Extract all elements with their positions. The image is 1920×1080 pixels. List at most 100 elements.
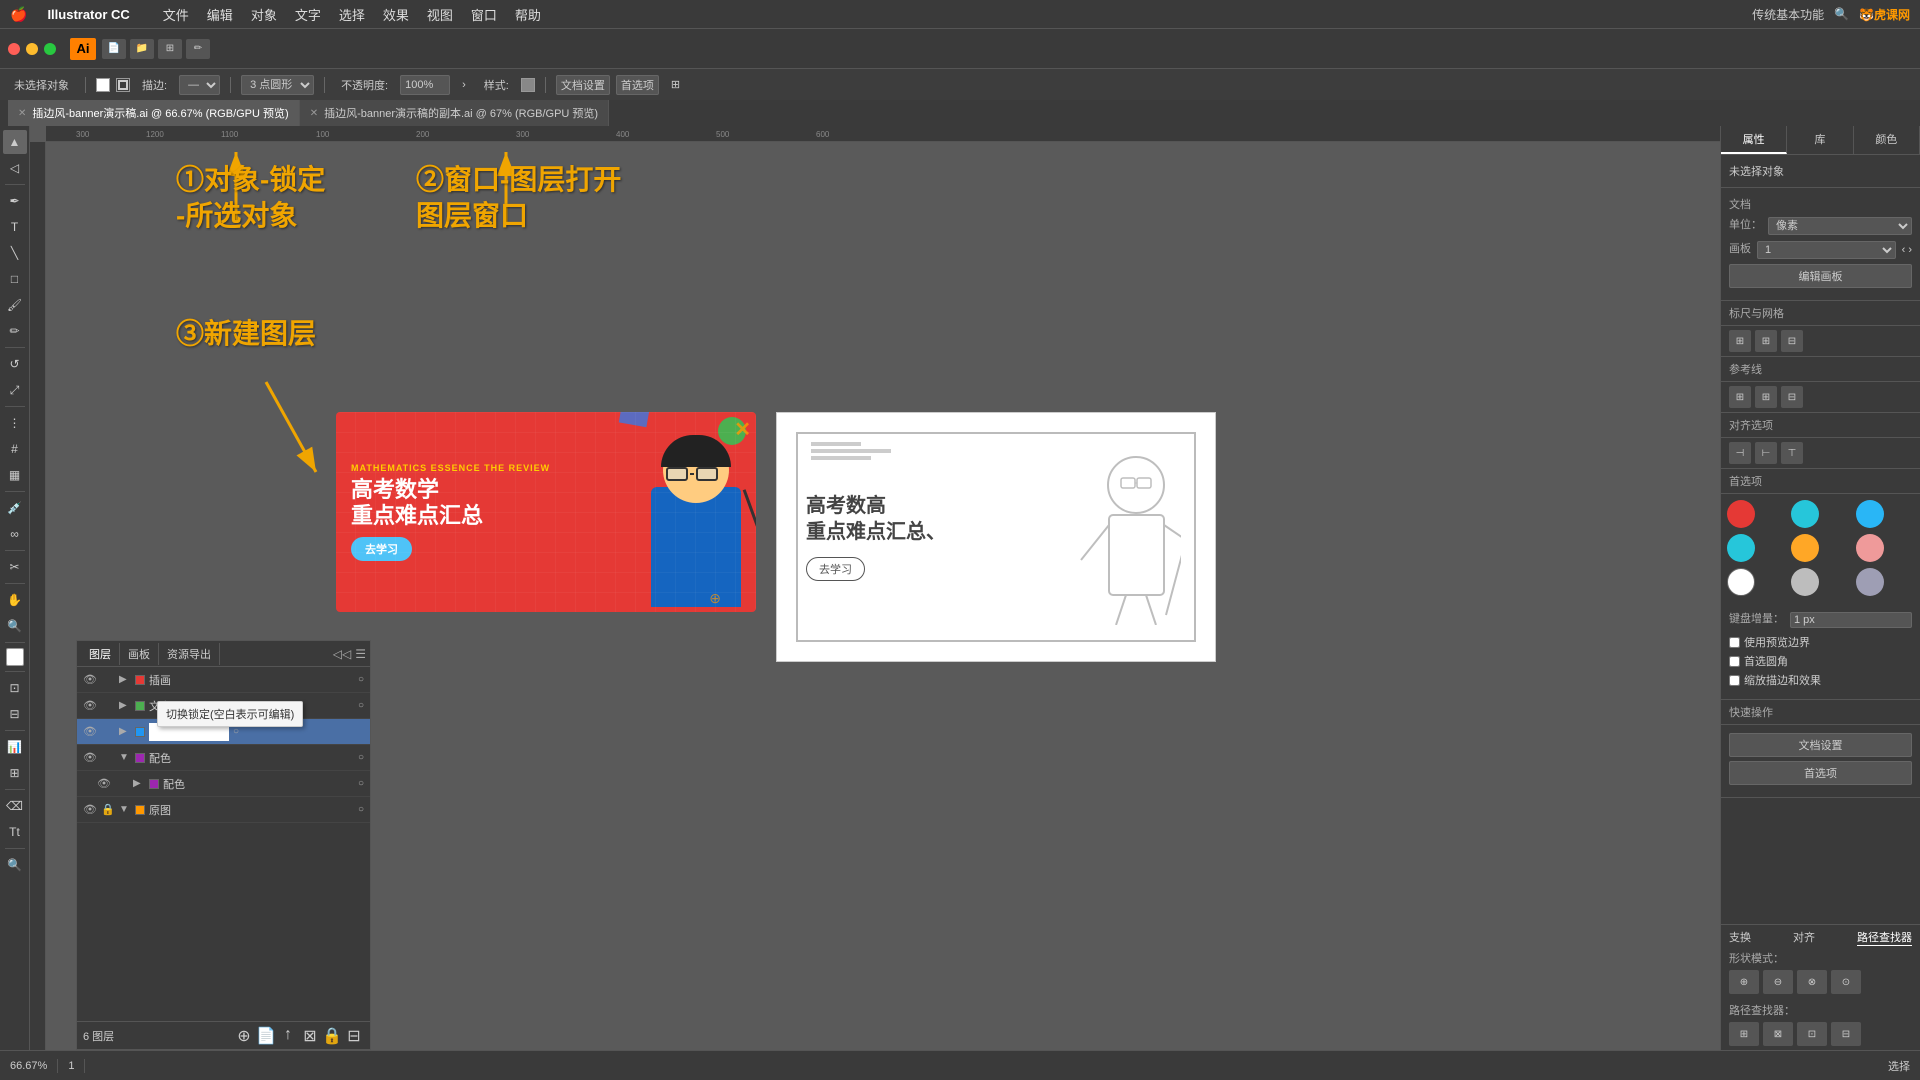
tab-1[interactable]: ✕ 插边风-banner演示稿的副本.ai @ 67% (RGB/GPU 预览): [300, 100, 609, 126]
panel-tab-properties[interactable]: 属性: [1721, 126, 1787, 154]
layout-icon[interactable]: ⊞: [158, 39, 182, 59]
opacity-input[interactable]: [400, 75, 450, 95]
more-icon[interactable]: ⊞: [665, 76, 686, 93]
layer-0-eye[interactable]: 👁: [83, 673, 97, 686]
stroke-swatch[interactable]: [116, 78, 130, 92]
trim-icon[interactable]: ⊠: [1763, 1022, 1793, 1046]
app-name-menu[interactable]: Illustrator CC: [39, 5, 137, 24]
layer-3-eye[interactable]: 👁: [83, 751, 97, 764]
artboard-nav[interactable]: ‹ ›: [1902, 244, 1912, 256]
menu-help[interactable]: 帮助: [507, 3, 549, 26]
zoom-tool[interactable]: 🔍: [3, 614, 27, 638]
round-corners-checkbox[interactable]: [1729, 656, 1740, 667]
layer-5-lock[interactable]: 🔒: [101, 803, 115, 816]
color-white[interactable]: [1727, 568, 1755, 596]
screen-mode[interactable]: ⊟: [3, 702, 27, 726]
browse-icon[interactable]: 📁: [130, 39, 154, 59]
layer-0-arrow[interactable]: ▶: [119, 674, 131, 685]
menu-select[interactable]: 选择: [331, 3, 373, 26]
layer-row-3[interactable]: 👁 ▼ 配色 ○: [77, 745, 370, 771]
bar-chart-tool[interactable]: 📊: [3, 735, 27, 759]
tab-1-close[interactable]: ✕: [310, 108, 318, 119]
edit-artboard-btn[interactable]: 编辑画板: [1729, 264, 1912, 288]
color-pink[interactable]: [1856, 534, 1884, 562]
quick-prefs-btn[interactable]: 首选项: [1729, 761, 1912, 785]
apple-menu[interactable]: 🍎: [10, 6, 27, 23]
unit-select[interactable]: 像素: [1768, 217, 1912, 235]
merge-icon[interactable]: ⊡: [1797, 1022, 1827, 1046]
menu-view[interactable]: 视图: [419, 3, 461, 26]
panel-tab-library[interactable]: 库: [1787, 126, 1853, 154]
transform-tab[interactable]: 支换: [1729, 929, 1751, 946]
menu-file[interactable]: 文件: [155, 3, 197, 26]
preview-bounds-checkbox[interactable]: [1729, 637, 1740, 648]
fill-tool[interactable]: [6, 648, 24, 666]
quick-doc-settings-btn[interactable]: 文档设置: [1729, 733, 1912, 757]
unite-icon[interactable]: ⊕: [1729, 970, 1759, 994]
menu-effect[interactable]: 效果: [375, 3, 417, 26]
layer-2-arrow[interactable]: ▶: [119, 726, 131, 737]
blend-tool[interactable]: ⋮: [3, 411, 27, 435]
align-tab[interactable]: 对齐: [1793, 929, 1815, 946]
layer-row-4[interactable]: 👁 ▶ 配色 ○: [77, 771, 370, 797]
layers-collapse-icon[interactable]: ◁◁: [333, 647, 351, 661]
intersect-icon[interactable]: ⊗: [1797, 970, 1827, 994]
layer-4-eye[interactable]: 👁: [97, 777, 111, 790]
align-left-icon[interactable]: ⊣: [1729, 442, 1751, 464]
layer-1-eye[interactable]: 👁: [83, 699, 97, 712]
hand-tool[interactable]: ✋: [3, 588, 27, 612]
exclude-icon[interactable]: ⊙: [1831, 970, 1861, 994]
stroke-weight-select[interactable]: —: [179, 75, 220, 95]
opacity-arrow[interactable]: ›: [456, 77, 472, 93]
search-tool[interactable]: 🔍: [3, 853, 27, 877]
layer-row-0[interactable]: 👁 ▶ 插画 ○: [77, 667, 370, 693]
layer-delete-btn[interactable]: ⊟: [344, 1026, 364, 1046]
scale-effects-checkbox[interactable]: [1729, 675, 1740, 686]
layer-add-btn[interactable]: ⊕: [234, 1026, 254, 1046]
layers-tab-export[interactable]: 资源导出: [159, 643, 220, 665]
ref-icon-2[interactable]: ⊞: [1755, 386, 1777, 408]
pathfinder-tab[interactable]: 路径查找器: [1857, 929, 1912, 946]
fill-swatch[interactable]: [96, 78, 110, 92]
eyedropper-tool[interactable]: 💉: [3, 496, 27, 520]
menu-edit[interactable]: 编辑: [199, 3, 241, 26]
layer-1-arrow[interactable]: ▶: [119, 700, 131, 711]
tab-0-close[interactable]: ✕: [18, 108, 26, 119]
color-lavender[interactable]: [1856, 568, 1884, 596]
menu-object[interactable]: 对象: [243, 3, 285, 26]
layer-4-arrow[interactable]: ▶: [133, 778, 145, 789]
ref-icon-3[interactable]: ⊟: [1781, 386, 1803, 408]
rotate-tool[interactable]: ↺: [3, 352, 27, 376]
new-doc-icon[interactable]: 📄: [102, 39, 126, 59]
direct-select-tool[interactable]: ◁: [3, 156, 27, 180]
type-tool[interactable]: T: [3, 215, 27, 239]
color-cyan[interactable]: [1727, 534, 1755, 562]
layers-tab-artboards[interactable]: 画板: [120, 643, 159, 665]
layer-mask-btn[interactable]: 🔒: [322, 1026, 342, 1046]
pen-tool[interactable]: ✒: [3, 189, 27, 213]
layer-5-arrow[interactable]: ▼: [119, 804, 131, 815]
touch-type-tool[interactable]: Tt: [3, 820, 27, 844]
scissors-tool[interactable]: ✂: [3, 555, 27, 579]
scale-tool[interactable]: ⤢: [3, 378, 27, 402]
shape-tool[interactable]: □: [3, 267, 27, 291]
eraser-tool[interactable]: ⌫: [3, 794, 27, 818]
mesh-tool[interactable]: #: [3, 437, 27, 461]
close-button[interactable]: [8, 43, 20, 55]
layers-tab-layers[interactable]: 图层: [81, 643, 120, 665]
layer-5-eye[interactable]: 👁: [83, 803, 97, 816]
layer-row-5[interactable]: 👁 🔒 ▼ 原图 ○: [77, 797, 370, 823]
keyboard-value-input[interactable]: [1790, 612, 1912, 628]
draw-mode[interactable]: ⊡: [3, 676, 27, 700]
doc-settings-button[interactable]: 文档设置: [556, 75, 610, 95]
align-center-icon[interactable]: ⊢: [1755, 442, 1777, 464]
divide-icon[interactable]: ⊞: [1729, 1022, 1759, 1046]
minus-front-icon[interactable]: ⊖: [1763, 970, 1793, 994]
snap-icon[interactable]: ⊟: [1781, 330, 1803, 352]
pencil-tool[interactable]: ✏: [3, 319, 27, 343]
ruler-icon[interactable]: ⊞: [1729, 330, 1751, 352]
grid-icon[interactable]: ⊞: [1755, 330, 1777, 352]
banner-cta-button[interactable]: 去学习: [351, 537, 412, 561]
minimize-button[interactable]: [26, 43, 38, 55]
color-orange[interactable]: [1791, 534, 1819, 562]
